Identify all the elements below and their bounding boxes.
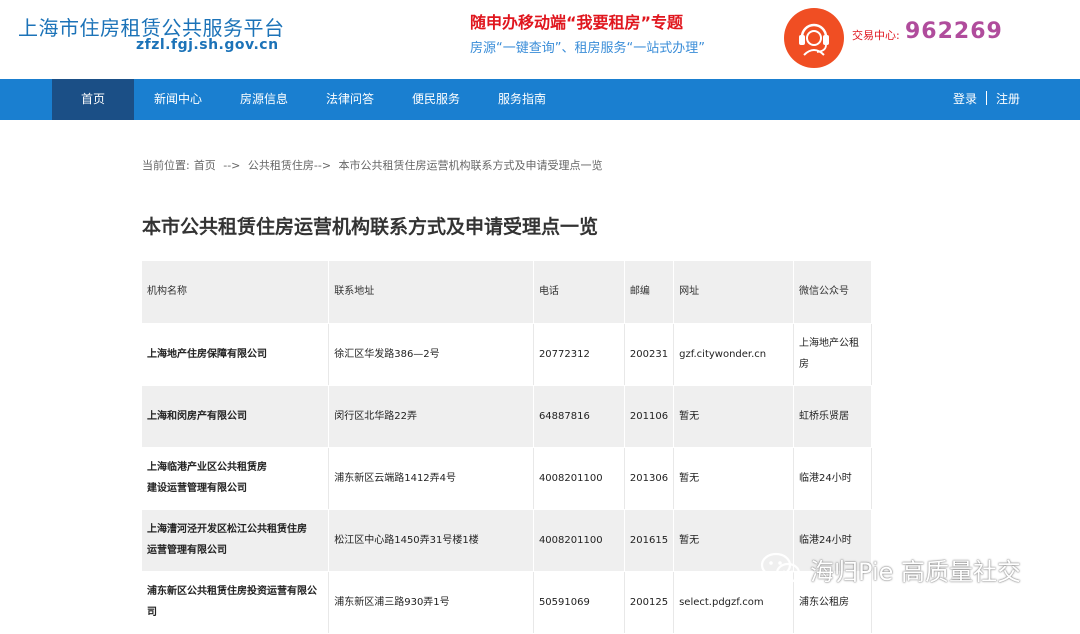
nav-item-news[interactable]: 新闻中心: [140, 79, 216, 120]
cell-wechat: 虹桥乐贤居: [793, 385, 872, 448]
cell-phone: 20772312: [533, 323, 625, 386]
hotline-label: 交易中心:: [852, 29, 900, 42]
hotline-number: 962269: [905, 19, 1003, 44]
site-header: 上海市住房租赁公共服务平台 zfzl.fgj.sh.gov.cn 随申办移动端“…: [0, 0, 1080, 79]
cell-phone: 4008201100: [533, 509, 625, 572]
login-link[interactable]: 登录: [953, 92, 977, 106]
header-zip: 邮编: [624, 261, 675, 324]
cell-name-line1: 上海临港产业区公共租赁房: [147, 462, 267, 473]
cell-address: 浦东新区浦三路930弄1号: [328, 571, 534, 634]
cell-phone: 50591069: [533, 571, 625, 634]
breadcrumb-separator: -->: [223, 159, 241, 172]
cell-url: 暂无: [673, 447, 795, 510]
nav-item-legal-qa[interactable]: 法律问答: [312, 79, 388, 120]
cell-name: 上海和闵房产有限公司: [142, 385, 330, 448]
cell-address: 闵行区北华路22弄: [328, 385, 534, 448]
watermark-text: 海归Pie 高质量社交: [810, 557, 1022, 586]
cell-name-line2: 运营管理有限公司: [147, 545, 227, 556]
header-name: 机构名称: [142, 261, 330, 324]
cell-zip: 200231: [624, 323, 675, 386]
header-phone: 电话: [533, 261, 625, 324]
nav-item-guide[interactable]: 服务指南: [484, 79, 560, 120]
cell-name-line2: 建设运营管理有限公司: [147, 483, 247, 494]
breadcrumb-public-rental[interactable]: 公共租赁住房-->: [248, 159, 331, 172]
table-row: 上海临港产业区公共租赁房 建设运营管理有限公司 浦东新区云端路1412弄4号 40…: [142, 447, 872, 510]
cell-address: 徐汇区华发路386—2号: [328, 323, 534, 386]
cell-name: 上海临港产业区公共租赁房 建设运营管理有限公司: [142, 447, 330, 510]
cell-name: 浦东新区公共租赁住房投资运营有限公司: [142, 571, 330, 634]
cell-phone: 64887816: [533, 385, 625, 448]
promo-subtitle[interactable]: 房源“一键查询”、租房服务“一站式办理”: [470, 37, 705, 56]
cell-zip: 201106: [624, 385, 675, 448]
nav-item-listings[interactable]: 房源信息: [226, 79, 302, 120]
table-row: 上海地产住房保障有限公司 徐汇区华发路386—2号 20772312 20023…: [142, 323, 872, 386]
cell-phone: 4008201100: [533, 447, 625, 510]
cell-url[interactable]: gzf.citywonder.cn: [673, 323, 795, 386]
nav-item-home[interactable]: 首页: [52, 79, 134, 120]
cell-name: 上海漕河泾开发区松江公共租赁住房 运营管理有限公司: [142, 509, 330, 572]
breadcrumb: 当前位置: 首页 --> 公共租赁住房--> 本市公共租赁住房运营机构联系方式及申…: [142, 157, 607, 173]
header-wechat: 微信公众号: [793, 261, 872, 324]
cell-address: 松江区中心路1450弄31号楼1楼: [328, 509, 534, 572]
breadcrumb-home[interactable]: 首页: [194, 159, 216, 172]
page-title: 本市公共租赁住房运营机构联系方式及申请受理点一览: [142, 216, 599, 238]
cell-name-line1: 上海漕河泾开发区松江公共租赁住房: [147, 524, 307, 535]
breadcrumb-prefix: 当前位置:: [142, 159, 190, 172]
table-header-row: 机构名称 联系地址 电话 邮编 网址 微信公众号: [142, 261, 872, 324]
cell-zip: 200125: [624, 571, 675, 634]
headset-agent-icon: [784, 8, 844, 68]
header-url: 网址: [673, 261, 795, 324]
nav-item-services[interactable]: 便民服务: [398, 79, 474, 120]
breadcrumb-current: 本市公共租赁住房运营机构联系方式及申请受理点一览: [338, 159, 603, 172]
header-address: 联系地址: [328, 261, 534, 324]
cell-url: 暂无: [673, 385, 795, 448]
wechat-icon: [760, 552, 801, 584]
cell-zip: 201306: [624, 447, 675, 510]
main-nav: 首页 新闻中心 房源信息 法律问答 便民服务 服务指南 登录 注册: [0, 79, 1080, 120]
register-link[interactable]: 注册: [996, 92, 1020, 106]
cell-wechat: 临港24小时: [793, 447, 872, 510]
watermark: 海归Pie 高质量社交: [760, 551, 1021, 587]
divider: [985, 91, 987, 105]
cell-address: 浦东新区云端路1412弄4号: [328, 447, 534, 510]
site-domain: zfzl.fgj.sh.gov.cn: [136, 37, 279, 53]
auth-links: 登录 注册: [953, 79, 1020, 120]
promo-title[interactable]: 随申办移动端“我要租房”专题: [470, 9, 683, 33]
cell-zip: 201615: [624, 509, 675, 572]
cell-wechat: 上海地产公租房: [793, 323, 872, 386]
table-row: 上海和闵房产有限公司 闵行区北华路22弄 64887816 201106 暂无 …: [142, 385, 872, 448]
cell-name: 上海地产住房保障有限公司: [142, 323, 330, 386]
